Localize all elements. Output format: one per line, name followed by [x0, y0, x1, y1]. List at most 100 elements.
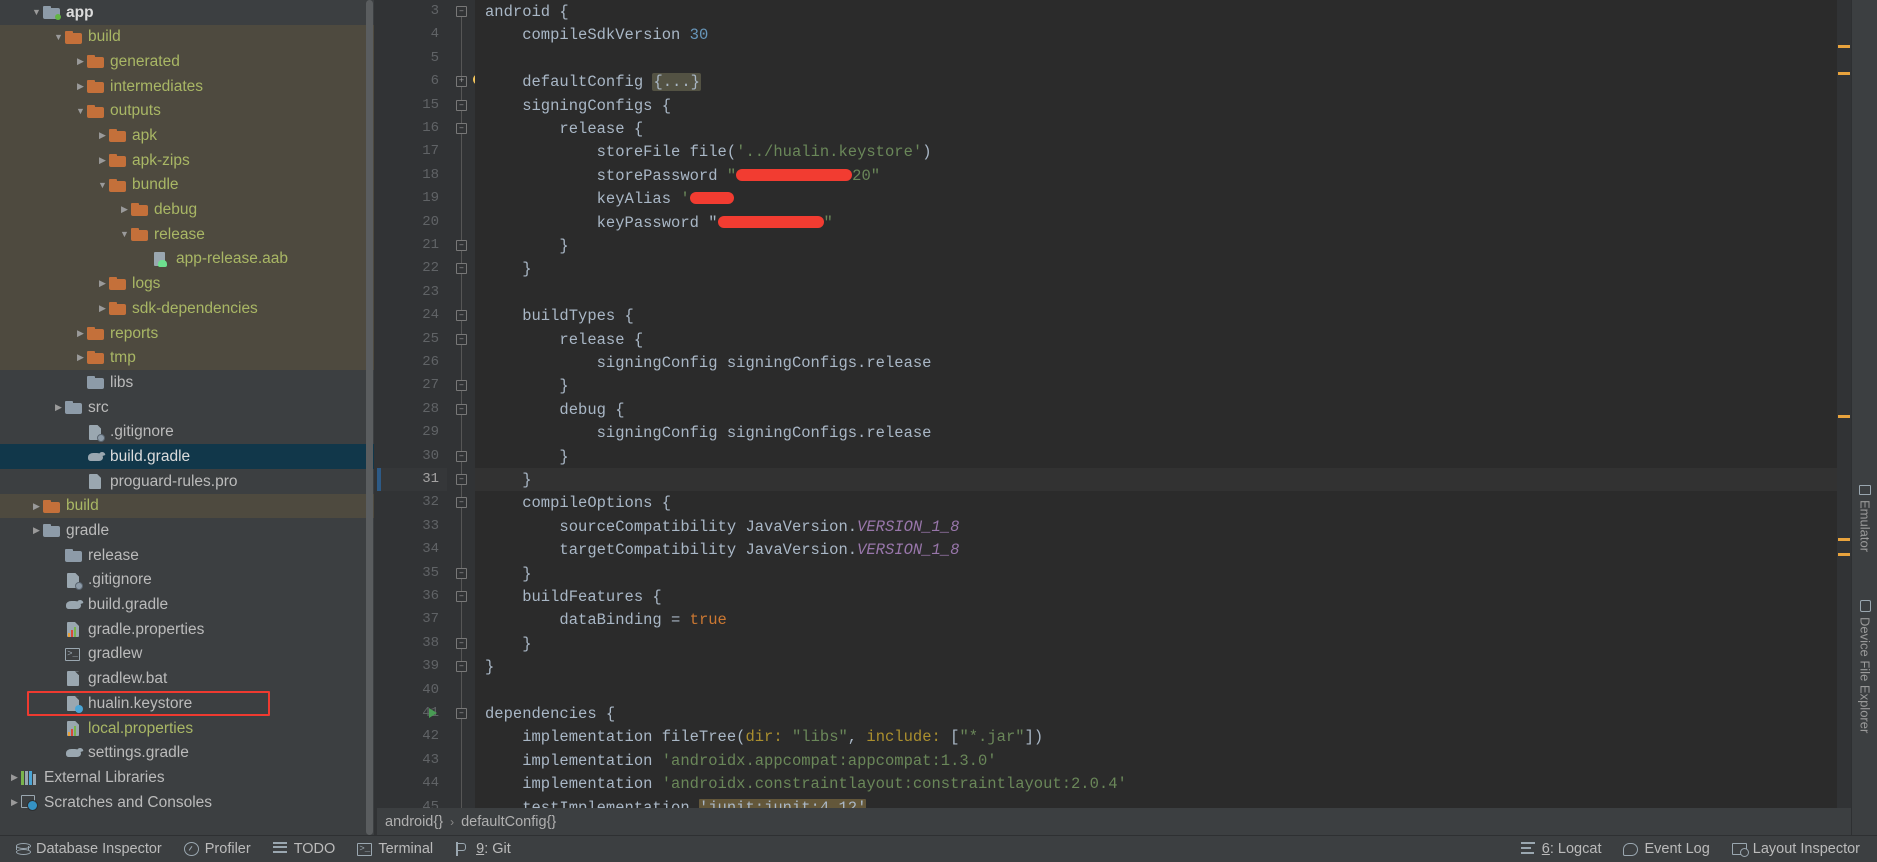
code-line[interactable]: implementation 'androidx.appcompat:appco… — [475, 749, 1837, 772]
editor-breadcrumb[interactable]: android{} › defaultConfig{} — [377, 808, 1851, 835]
tree-item-build-gradle[interactable]: build.gradle — [0, 444, 374, 470]
code-line[interactable]: defaultConfig {...} — [475, 70, 1837, 93]
status-bar-left-group[interactable]: Database Inspector Profiler TODO >_ Terminal… — [0, 841, 522, 857]
line-number-gutter[interactable]: 3 4 5 6 15 16 17 18 19 20 21 22 23 24 25 26 27 28 29 30 31 32… — [377, 0, 447, 808]
code-line[interactable]: targetCompatibility JavaVersion.VERSION_… — [475, 538, 1837, 561]
code-line[interactable]: storePassword " 20" — [475, 164, 1837, 187]
chevron-right-icon[interactable]: ▶ — [8, 797, 21, 807]
status-bar-item-9-git[interactable]: 9: Git — [444, 841, 522, 857]
tree-item-tmp[interactable]: ▶ tmp — [0, 345, 374, 371]
editor-body[interactable]: 3 4 5 6 15 16 17 18 19 20 21 22 23 24 25 26 27 28 29 30 31 32… — [377, 0, 1851, 808]
chevron-down-icon[interactable]: ▼ — [118, 230, 131, 239]
chevron-down-icon[interactable]: ▼ — [52, 32, 65, 42]
code-line[interactable]: signingConfig signingConfigs.release — [475, 351, 1837, 374]
tree-item-debug[interactable]: ▶ debug — [0, 197, 374, 223]
tree-item-logs[interactable]: ▶ logs — [0, 271, 374, 297]
code-line[interactable]: } — [475, 445, 1837, 468]
chevron-right-icon[interactable]: ▶ — [8, 773, 21, 782]
code-line[interactable]: } — [475, 374, 1837, 397]
code-line[interactable]: signingConfig signingConfigs.release — [475, 421, 1837, 444]
fold-collapse-icon[interactable]: – — [456, 567, 467, 579]
fold-collapse-icon[interactable]: – — [456, 6, 467, 17]
code-line[interactable] — [475, 281, 1837, 304]
code-line[interactable]: compileSdkVersion 30 — [475, 23, 1837, 46]
code-line[interactable] — [475, 679, 1837, 702]
status-bar-item-event-log[interactable]: Event Log — [1612, 841, 1720, 857]
code-line[interactable]: keyPassword " " — [475, 211, 1837, 234]
chevron-right-icon[interactable]: ▶ — [96, 155, 109, 165]
tree-item-external-libraries[interactable]: ▶ External Libraries — [0, 765, 374, 790]
chevron-right-icon[interactable]: ▶ — [74, 57, 87, 66]
fold-collapse-icon[interactable]: – — [456, 333, 467, 345]
chevron-right-icon[interactable]: ▶ — [96, 279, 109, 288]
gutter-marker-stripe[interactable] — [1838, 72, 1850, 75]
chevron-right-icon[interactable]: ▶ — [74, 81, 87, 91]
fold-expand-icon[interactable]: + — [456, 76, 467, 88]
scrollbar-thumb[interactable] — [366, 0, 373, 835]
code-line[interactable]: dependencies { — [475, 702, 1837, 725]
chevron-right-icon[interactable]: ▶ — [96, 131, 109, 140]
chevron-right-icon[interactable]: ▶ — [74, 328, 87, 338]
code-line[interactable]: keyAlias ' — [475, 187, 1837, 210]
tree-item-sdk-dependencies[interactable]: ▶ sdk-dependencies — [0, 296, 374, 321]
tree-item-build-gradle[interactable]: build.gradle — [0, 592, 374, 618]
fold-collapse-icon[interactable]: – — [456, 708, 467, 719]
tree-item-proguard-rules-pro[interactable]: proguard-rules.pro — [0, 469, 374, 494]
tree-item-gradle-properties[interactable]: gradle.properties — [0, 617, 374, 642]
right-tool-window-strip[interactable]: Emulator Device File Explorer — [1851, 0, 1877, 835]
tree-item-bundle[interactable]: ▼ bundle — [0, 172, 374, 198]
fold-collapse-icon[interactable]: – — [456, 240, 467, 251]
code-line[interactable]: } — [475, 655, 1837, 678]
code-folding-gutter[interactable]: – + – – – – – – – – – – – – – – – – — [429, 0, 484, 808]
tree-item-gitignore[interactable]: .gitignore — [0, 567, 374, 593]
tree-item-app[interactable]: ▼ app — [0, 0, 374, 25]
chevron-right-icon[interactable]: ▶ — [96, 304, 109, 313]
code-line[interactable] — [475, 47, 1837, 70]
tree-item-app-release-aab[interactable]: app-release.aab — [0, 246, 374, 272]
tree-item-hualin-keystore[interactable]: hualin.keystore — [0, 691, 374, 716]
error-marker-gutter[interactable] — [1837, 0, 1851, 808]
chevron-right-icon[interactable]: ▶ — [30, 526, 43, 535]
tree-item-reports[interactable]: ▶ reports — [0, 320, 374, 346]
code-line[interactable]: } — [475, 257, 1837, 280]
breadcrumb-item-android[interactable]: android{} — [385, 814, 443, 830]
project-tree-rows[interactable]: ▼ app ▼ build ▶ generated ▶ intermediates ▼ outpu… — [0, 0, 374, 835]
chevron-right-icon[interactable]: ▶ — [118, 205, 131, 214]
tree-item-gradlew-bat[interactable]: gradlew.bat — [0, 666, 374, 692]
code-line[interactable]: signingConfigs { — [475, 94, 1837, 117]
code-line[interactable]: release { — [475, 328, 1837, 351]
code-line[interactable]: buildFeatures { — [475, 585, 1837, 608]
tree-item-outputs[interactable]: ▼ outputs — [0, 98, 374, 124]
code-line[interactable]: buildTypes { — [475, 304, 1837, 327]
fold-collapse-icon[interactable]: – — [456, 591, 467, 602]
code-line[interactable]: } — [475, 562, 1837, 585]
breadcrumb-item-defaultconfig[interactable]: defaultConfig{} — [461, 814, 556, 830]
run-gradle-task-icon[interactable] — [429, 708, 437, 718]
chevron-right-icon[interactable]: ▶ — [52, 402, 65, 412]
tree-item-release[interactable]: release — [0, 543, 374, 568]
fold-collapse-icon[interactable]: – — [456, 450, 467, 462]
status-bar-right-group[interactable]: 6: Logcat Event Log Layout Inspector — [1510, 841, 1871, 857]
fold-collapse-icon[interactable]: – — [456, 263, 467, 275]
code-line[interactable]: } — [475, 468, 1837, 491]
fold-collapse-icon[interactable]: – — [456, 474, 467, 485]
tree-item-src[interactable]: ▶ src — [0, 395, 374, 420]
tree-item-scratches-and-consoles[interactable]: ▶ Scratches and Consoles — [0, 790, 374, 815]
status-bar-item-6-logcat[interactable]: 6: Logcat — [1510, 841, 1613, 857]
code-line[interactable]: sourceCompatibility JavaVersion.VERSION_… — [475, 515, 1837, 538]
tree-item-apk-zips[interactable]: ▶ apk-zips — [0, 148, 374, 173]
tree-item-intermediates[interactable]: ▶ intermediates — [0, 74, 374, 99]
chevron-right-icon[interactable]: ▶ — [30, 501, 43, 511]
fold-collapse-icon[interactable]: – — [456, 310, 467, 322]
project-tree-panel[interactable]: ▼ app ▼ build ▶ generated ▶ intermediates ▼ outpu… — [0, 0, 374, 835]
chevron-down-icon[interactable]: ▼ — [74, 106, 87, 116]
status-bar-item-layout-inspector[interactable]: Layout Inspector — [1721, 841, 1871, 857]
code-editor-panel[interactable]: 3 4 5 6 15 16 17 18 19 20 21 22 23 24 25 26 27 28 29 30 31 32… — [377, 0, 1851, 835]
chevron-right-icon[interactable]: ▶ — [74, 353, 87, 362]
gutter-marker-stripe[interactable] — [1838, 538, 1850, 541]
code-line[interactable]: implementation 'androidx.constraintlayou… — [475, 772, 1837, 795]
code-line[interactable]: } — [475, 632, 1837, 655]
status-bar-item-terminal[interactable]: >_ Terminal — [346, 841, 444, 857]
tree-item-release[interactable]: ▼ release — [0, 222, 374, 247]
tree-item-gradle[interactable]: ▶ gradle — [0, 518, 374, 544]
